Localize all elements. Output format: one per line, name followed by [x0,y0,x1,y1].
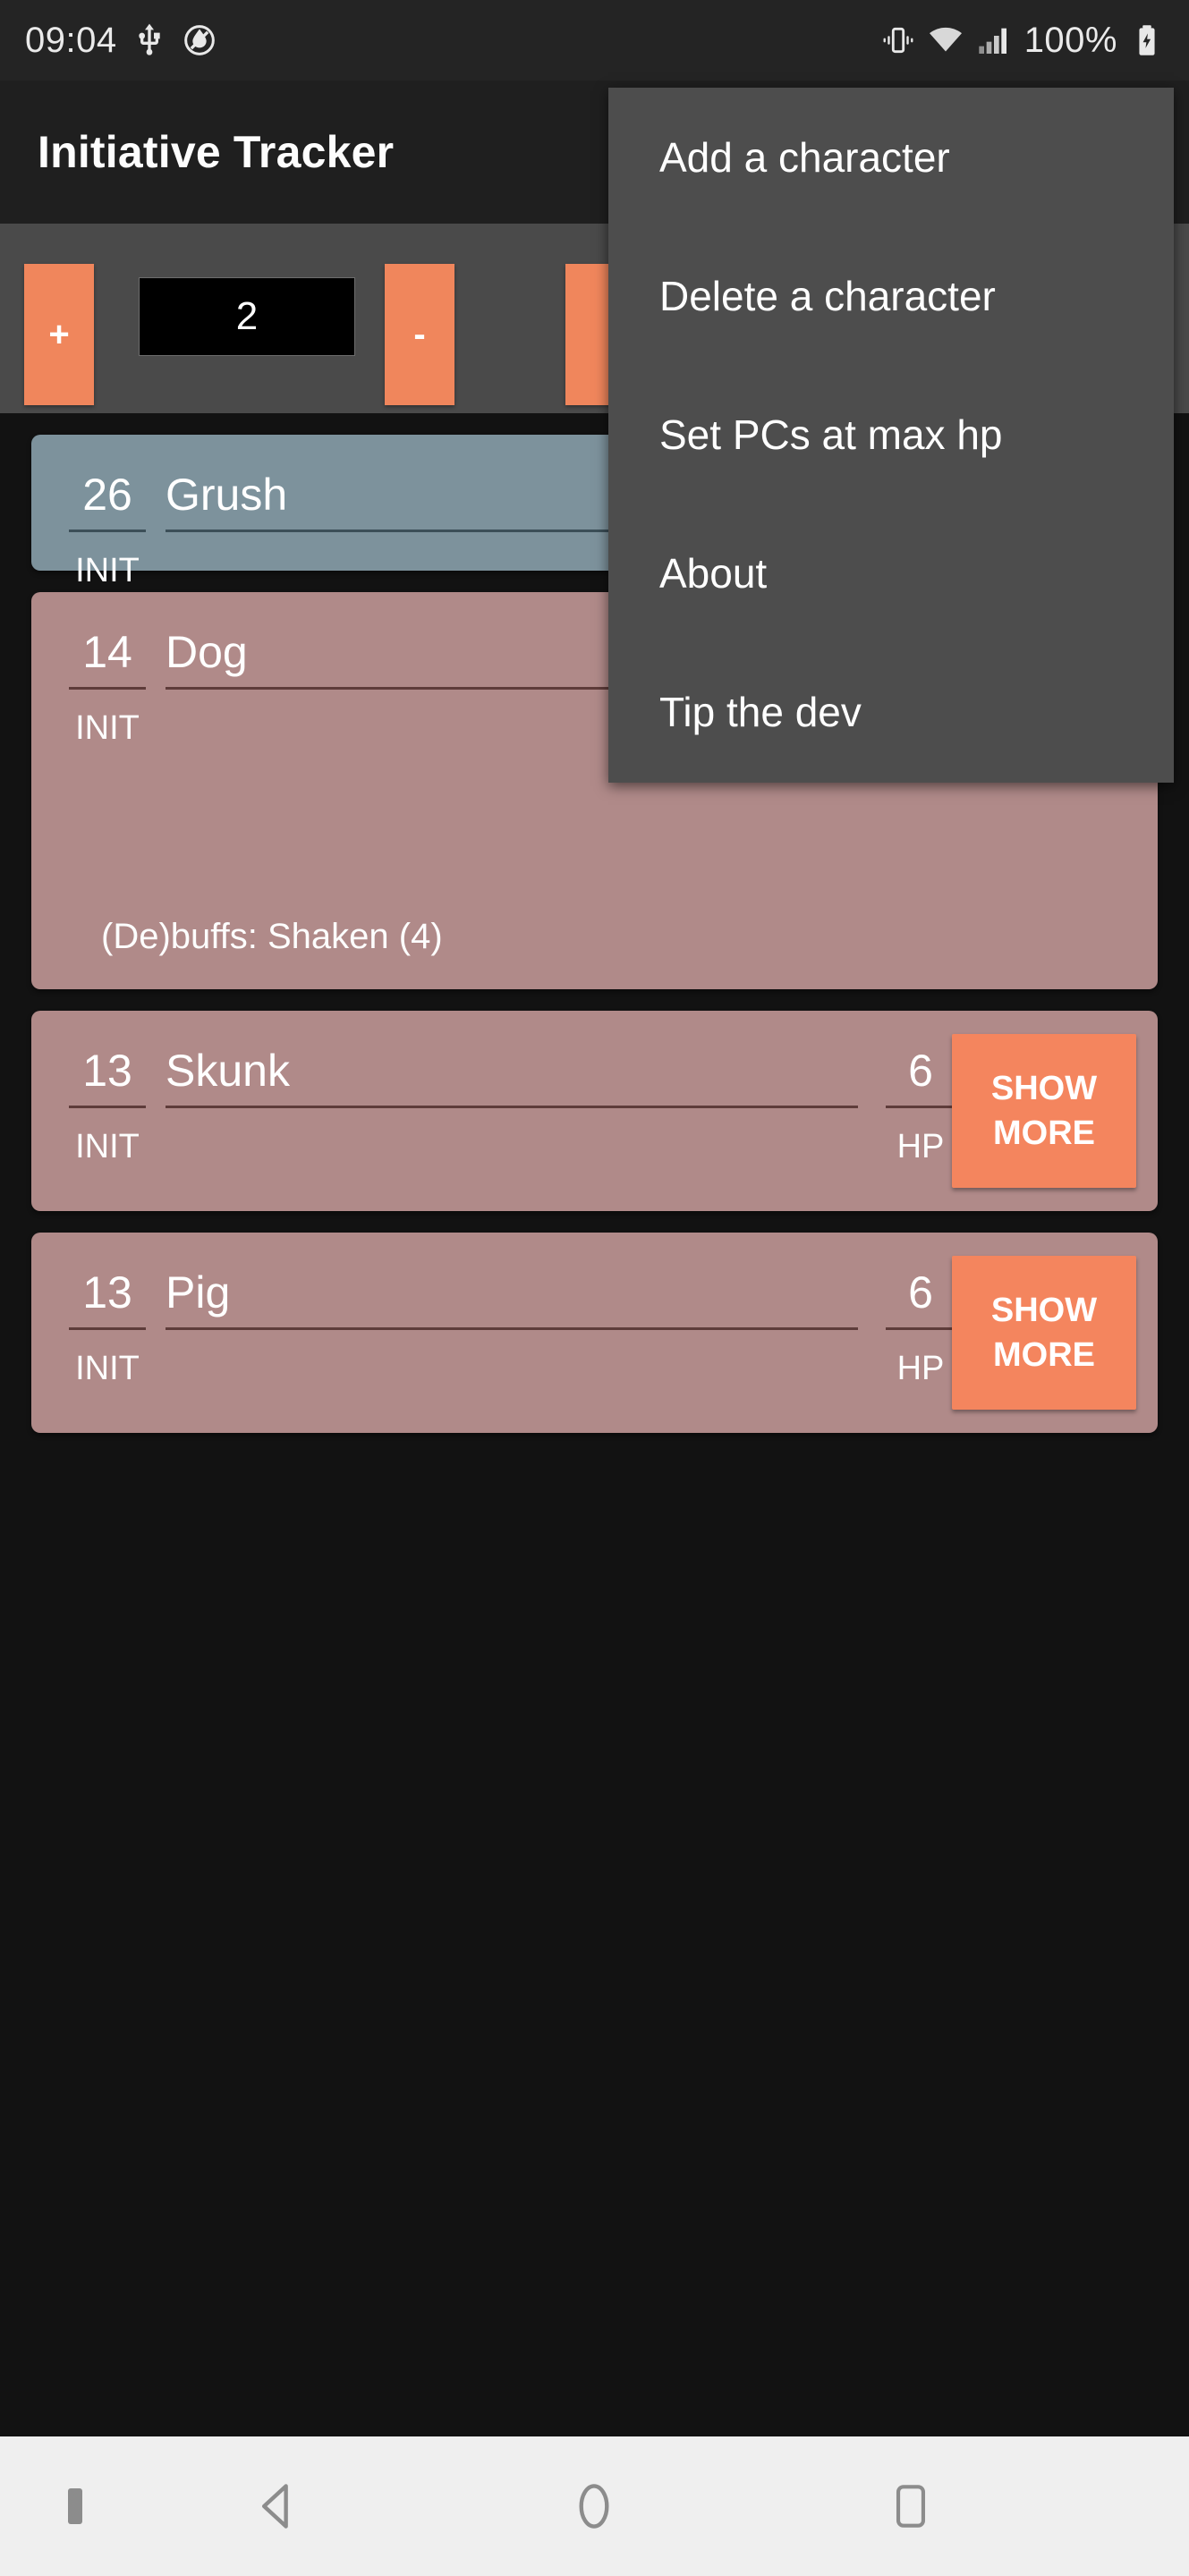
hp-underline [886,1106,955,1108]
wifi-icon [928,22,964,58]
hp-cell: 6 HP [886,1267,955,1388]
init-underline [69,530,146,532]
increment-round-button[interactable]: + [24,264,94,405]
signal-icon [976,22,1012,58]
init-label: INIT [75,552,140,589]
character-row: 13 INIT Pig 6 HP SHOW MORE [31,1233,1158,1433]
status-bar-left: 09:04 [25,21,217,61]
name-underline [166,1327,858,1330]
menu-item-about[interactable]: About [608,504,1174,642]
battery-percent-label: 100% [1023,20,1117,60]
overflow-menu: Add a character Delete a character Set PCs… [608,88,1174,783]
recents-button[interactable] [857,2453,964,2560]
decrement-round-button[interactable]: - [385,264,454,405]
status-bar-right: 100% [881,21,1164,61]
buffs-text: (De)buffs: Shaken (4) [101,917,443,956]
hp-value[interactable]: 6 [886,1045,955,1097]
init-cell: 26 INIT [69,469,146,590]
battery-charging-icon [1130,23,1164,57]
init-value[interactable]: 13 [69,1267,146,1318]
init-value[interactable]: 26 [69,469,146,521]
usb-icon [132,22,167,58]
hide-navbar-handle[interactable] [68,2488,82,2524]
show-more-line2: MORE [993,1336,1095,1374]
hp-cell: 6 HP [886,1045,955,1166]
init-underline [69,1106,146,1108]
init-cell: 14 INIT [69,626,146,748]
show-more-button[interactable]: SHOW MORE [952,1256,1136,1410]
character-name[interactable]: Skunk [166,1045,858,1097]
android-nav-bar [0,2436,1189,2576]
vibrate-icon [881,23,915,57]
hp-underline [886,1327,955,1330]
character-name[interactable]: Pig [166,1267,858,1318]
menu-item-set-pcs-at-max-hp[interactable]: Set PCs at max hp [608,365,1174,504]
hp-value[interactable]: 6 [886,1267,955,1318]
character-row: 13 INIT Skunk 6 HP SHOW MORE [31,1011,1158,1211]
phone-screen: 09:04 100% Initiative Tracker + 2 - 26 I… [0,0,1189,2576]
page-title: Initiative Tracker [38,127,395,177]
menu-item-tip-the-dev[interactable]: Tip the dev [608,642,1174,781]
hp-label: HP [896,1128,945,1165]
init-value[interactable]: 14 [69,626,146,678]
home-button[interactable] [540,2453,648,2560]
name-cell: Skunk [166,1045,858,1108]
show-more-line2: MORE [993,1114,1095,1152]
init-value[interactable]: 13 [69,1045,146,1097]
character-card[interactable]: 13 INIT Skunk 6 HP SHOW MORE [31,1011,1158,1211]
status-bar-clock: 09:04 [25,20,117,60]
name-cell: Pig [166,1267,858,1330]
name-underline [166,1106,858,1108]
show-more-button[interactable]: SHOW MORE [952,1034,1136,1188]
init-label: INIT [75,709,140,747]
mute-icon [182,22,217,58]
show-more-line1: SHOW [990,1070,1098,1107]
status-bar: 09:04 100% [0,0,1189,80]
show-more-line1: SHOW [990,1292,1098,1329]
round-value-input[interactable]: 2 [139,277,355,356]
init-cell: 13 INIT [69,1045,146,1166]
menu-item-add-a-character[interactable]: Add a character [608,88,1174,226]
init-cell: 13 INIT [69,1267,146,1388]
back-button[interactable] [224,2453,331,2560]
menu-item-delete-a-character[interactable]: Delete a character [608,226,1174,365]
init-underline [69,687,146,690]
init-underline [69,1327,146,1330]
hp-label: HP [896,1350,945,1387]
character-card[interactable]: 13 INIT Pig 6 HP SHOW MORE [31,1233,1158,1433]
init-label: INIT [75,1128,140,1165]
init-label: INIT [75,1350,140,1387]
